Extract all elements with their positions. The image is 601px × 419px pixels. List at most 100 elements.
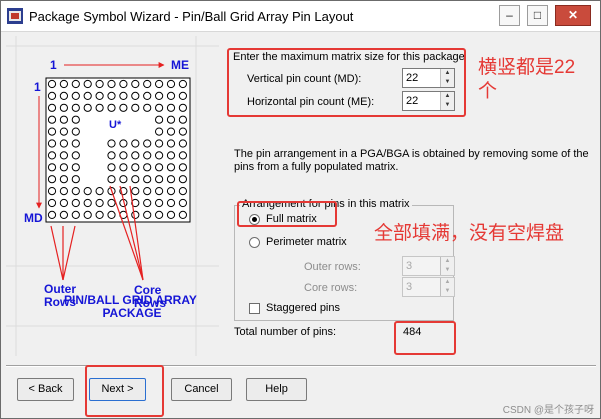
perimeter-matrix-label[interactable]: Perimeter matrix [266, 236, 347, 248]
outer-rows-value[interactable]: 3 [406, 260, 412, 272]
caption-line2: PACKAGE [102, 306, 161, 320]
pin-ball [59, 79, 69, 89]
horizontal-count-label: Horizontal pin count (ME): [247, 96, 375, 108]
horizontal-count-value[interactable]: 22 [406, 95, 418, 107]
pin-ball [143, 187, 152, 196]
pin-ball [166, 210, 176, 219]
pin-ball [83, 103, 92, 112]
window-title: Package Symbol Wizard - Pin/Ball Grid Ar… [29, 9, 354, 24]
vertical-count-label: Vertical pin count (MD): [247, 73, 362, 85]
vertical-count-value[interactable]: 22 [406, 72, 418, 84]
pin-ball [95, 210, 104, 219]
pin-ball [107, 139, 116, 148]
pin-ball [131, 175, 140, 184]
pin-ball [47, 79, 57, 89]
package-diagram: 1 ME 1 MD U* Outer Rows Core Rows PIN/BA… [6, 36, 219, 356]
pin-ball [166, 187, 176, 196]
pin-ball [155, 139, 164, 148]
pin-ball [166, 115, 176, 124]
pin-ball [131, 163, 140, 172]
pin-ball [166, 151, 176, 160]
pin-ball [155, 163, 164, 172]
horizontal-count-spinner[interactable]: 22 ▲ ▼ [402, 91, 455, 111]
staggered-pins-label[interactable]: Staggered pins [266, 302, 340, 314]
outer-rows-field-label: Outer rows: [304, 261, 361, 273]
maximize-button[interactable]: □ [527, 5, 548, 26]
spin-down-icon[interactable]: ▼ [441, 287, 454, 296]
spin-up-icon[interactable]: ▲ [441, 257, 454, 266]
pin-ball [166, 175, 176, 184]
pin-ball [71, 139, 80, 148]
pin-ball [95, 91, 104, 101]
staggered-pins-checkbox[interactable] [249, 303, 260, 314]
pin-ball [155, 151, 164, 160]
pin-ball [59, 175, 69, 184]
pin-ball [155, 187, 164, 196]
pin-ball [47, 139, 57, 148]
total-pins-value: 484 [403, 326, 422, 338]
core-rows-spinner[interactable]: 3 ▲ ▼ [402, 277, 455, 297]
outer-rows-spinner[interactable]: 3 ▲ ▼ [402, 256, 455, 276]
pin-ball [131, 79, 140, 89]
pin-ball [143, 139, 152, 148]
core-rows-spin-arrows[interactable]: ▲ ▼ [440, 278, 454, 296]
md-label: MD [24, 211, 43, 225]
arrangement-group-title: Arrangement for pins in this matrix [240, 198, 412, 210]
pin-ball [131, 151, 140, 160]
close-icon: ✕ [567, 8, 579, 22]
spin-down-icon[interactable]: ▼ [441, 78, 454, 87]
outer-rows-spin-arrows[interactable]: ▲ ▼ [440, 257, 454, 275]
pin-ball [95, 103, 104, 112]
pin-ball [59, 115, 69, 124]
pin-ball [178, 198, 187, 208]
spin-up-icon[interactable]: ▲ [441, 69, 454, 78]
close-button[interactable]: ✕ [555, 5, 591, 26]
pin-ball [178, 163, 187, 172]
pin-ball [47, 151, 57, 160]
wizard-app-icon [7, 8, 23, 24]
pin-ball [166, 103, 176, 112]
full-matrix-radio[interactable] [249, 214, 260, 225]
title-bar[interactable]: Package Symbol Wizard - Pin/Ball Grid Ar… [1, 1, 600, 32]
button-separator [6, 365, 596, 367]
cancel-button[interactable]: Cancel [171, 378, 232, 401]
bga-diagram-graphic: 1 ME 1 MD U* Outer Rows Core Rows PIN/BA… [6, 36, 219, 356]
pin-ball [143, 210, 152, 219]
pin-ball [59, 127, 69, 136]
pin-ball [166, 163, 176, 172]
horizontal-spin-arrows[interactable]: ▲ ▼ [440, 92, 454, 110]
full-matrix-label[interactable]: Full matrix [266, 213, 317, 225]
minimize-button[interactable]: – [499, 5, 520, 26]
pin-ball [47, 115, 57, 124]
pin-ball [178, 175, 187, 184]
pin-ball [71, 187, 80, 196]
pin-ball [155, 79, 164, 89]
next-button[interactable]: Next > [89, 378, 146, 401]
pin-ball [119, 151, 128, 160]
pin-ball [47, 175, 57, 184]
pin-ball [143, 151, 152, 160]
help-button[interactable]: Help [246, 378, 307, 401]
vertical-count-spinner[interactable]: 22 ▲ ▼ [402, 68, 455, 88]
pin-ball [119, 79, 128, 89]
pin-marker: U* [109, 119, 122, 131]
back-button[interactable]: < Back [17, 378, 74, 401]
pin-ball [119, 163, 128, 172]
spin-down-icon[interactable]: ▼ [441, 266, 454, 275]
pin-ball [107, 210, 116, 219]
spin-down-icon[interactable]: ▼ [441, 101, 454, 110]
pin-ball [143, 163, 152, 172]
me-label: ME [171, 58, 189, 72]
core-rows-value[interactable]: 3 [406, 281, 412, 293]
pin-ball [155, 210, 164, 219]
spin-up-icon[interactable]: ▲ [441, 278, 454, 287]
perimeter-matrix-radio[interactable] [249, 237, 260, 248]
total-pins-label: Total number of pins: [234, 326, 337, 338]
pin-ball [155, 91, 164, 101]
vertical-spin-arrows[interactable]: ▲ ▼ [440, 69, 454, 87]
spin-up-icon[interactable]: ▲ [441, 92, 454, 101]
pin-ball [119, 91, 128, 101]
pin-ball [59, 103, 69, 112]
pin-ball [143, 79, 152, 89]
pin-ball [71, 163, 80, 172]
